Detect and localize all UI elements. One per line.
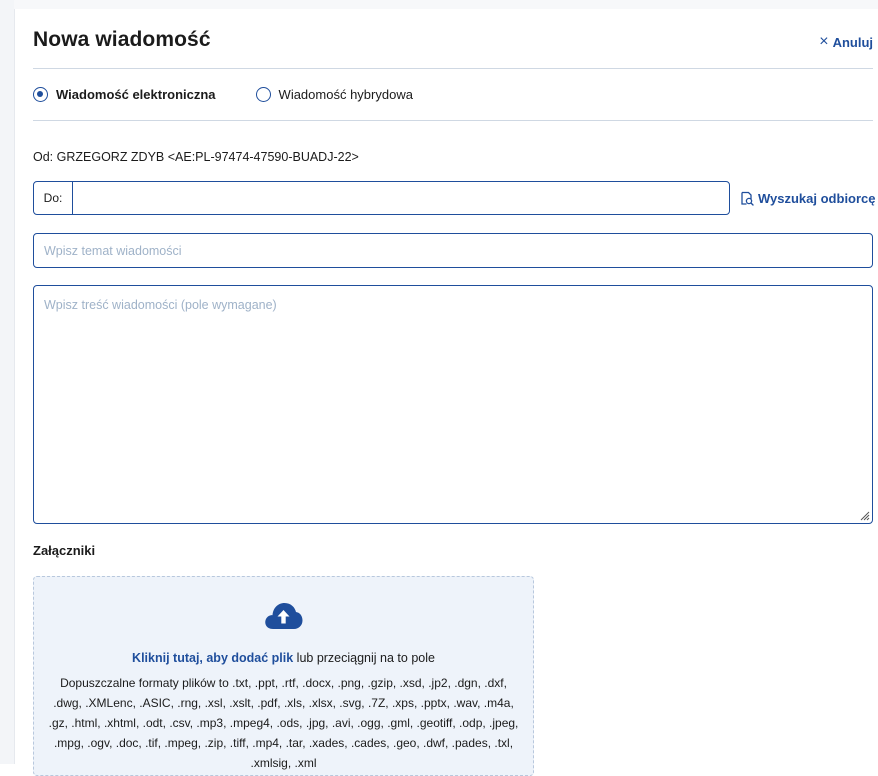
new-message-panel: Nowa wiadomość × Anuluj Wiadomość elektr… <box>33 0 876 776</box>
message-body-textarea[interactable]: Wpisz treść wiadomości (pole wymagane) <box>33 285 873 524</box>
radio-divider <box>33 120 873 121</box>
message-type-radio-group: Wiadomość elektroniczna Wiadomość hybryd… <box>33 87 413 102</box>
attachments-title: Załączniki <box>33 543 96 558</box>
dropzone-drag-text: lub przeciągnij na to pole <box>293 651 435 665</box>
cancel-button[interactable]: × Anuluj <box>819 34 873 50</box>
allowed-formats-text: Dopuszczalne formaty plików to .txt, .pp… <box>48 676 519 770</box>
cancel-label: Anuluj <box>832 34 873 50</box>
add-file-link[interactable]: Kliknij tutaj, aby dodać plik <box>132 651 293 665</box>
search-document-icon <box>741 191 754 206</box>
close-icon: × <box>819 33 829 50</box>
radio-hybrid-message[interactable]: Wiadomość hybrydowa <box>255 87 413 102</box>
radio-unchecked-icon <box>255 87 271 102</box>
dropzone-instruction: Kliknij tutaj, aby dodać plik lub przeci… <box>34 651 533 665</box>
file-dropzone[interactable]: Kliknij tutaj, aby dodać plik lub przeci… <box>33 576 534 776</box>
radio-label-hybrid: Wiadomość hybrydowa <box>278 87 413 102</box>
subject-input[interactable]: Wpisz temat wiadomości <box>33 233 873 268</box>
recipient-field[interactable]: Do: <box>33 181 730 215</box>
resize-handle-icon[interactable] <box>860 511 870 521</box>
radio-label-electronic: Wiadomość elektroniczna <box>56 87 216 102</box>
header-divider <box>33 68 873 69</box>
cloud-upload-icon <box>265 603 303 629</box>
page-title: Nowa wiadomość <box>33 28 211 51</box>
recipient-input[interactable] <box>73 182 729 214</box>
radio-checked-icon <box>33 87 48 102</box>
sender-info: Od: GRZEGORZ ZDYB <AE:PL-97474-47590-BUA… <box>33 150 359 164</box>
left-sidebar-edge <box>0 0 15 764</box>
recipient-label: Do: <box>34 182 73 214</box>
radio-electronic-message[interactable]: Wiadomość elektroniczna <box>33 87 216 102</box>
message-body-placeholder: Wpisz treść wiadomości (pole wymagane) <box>44 298 277 312</box>
search-recipient-button[interactable]: Wyszukaj odbiorcę <box>740 191 876 206</box>
search-recipient-label: Wyszukaj odbiorcę <box>758 191 876 206</box>
